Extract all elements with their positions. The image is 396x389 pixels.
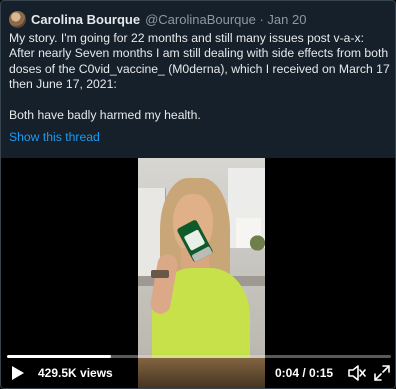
show-thread-link[interactable]: Show this thread bbox=[9, 130, 100, 144]
tweet-text: My story. I'm going for 22 months and st… bbox=[9, 31, 391, 123]
play-icon[interactable] bbox=[11, 365, 25, 381]
playback-time: 0:04 / 0:15 bbox=[275, 366, 334, 380]
tweet-closing-line: Both have badly harmed my health. bbox=[9, 107, 201, 122]
expand-icon[interactable] bbox=[374, 365, 390, 381]
video-controls: 429.5K views 0:04 / 0:15 bbox=[1, 353, 395, 388]
progress-bar[interactable] bbox=[7, 355, 391, 358]
wristwatch bbox=[151, 270, 169, 278]
tweet-card[interactable]: Carolina Bourque @CarolinaBourque · Jan … bbox=[0, 0, 396, 389]
plant bbox=[250, 228, 265, 258]
view-count: 429.5K views bbox=[38, 366, 113, 380]
handle-and-date[interactable]: @CarolinaBourque · Jan 20 bbox=[145, 12, 306, 27]
volume-muted-icon[interactable] bbox=[348, 365, 366, 381]
video-player[interactable]: 429.5K views 0:04 / 0:15 bbox=[1, 158, 395, 388]
avatar[interactable] bbox=[9, 10, 26, 28]
tweet-line: My story. I'm going for 22 months and st… bbox=[9, 31, 364, 45]
tweet-header: Carolina Bourque @CarolinaBourque · Jan … bbox=[9, 9, 306, 29]
tweet-line: After nearly Seven months I am still dea… bbox=[9, 46, 389, 61]
progress-fill bbox=[7, 355, 111, 358]
tweet-line: then June 17, 2021: bbox=[9, 77, 117, 92]
display-name[interactable]: Carolina Bourque bbox=[31, 12, 140, 27]
tweet-line: doses of the C0vid_vaccine_ (M0derna), w… bbox=[9, 61, 390, 76]
